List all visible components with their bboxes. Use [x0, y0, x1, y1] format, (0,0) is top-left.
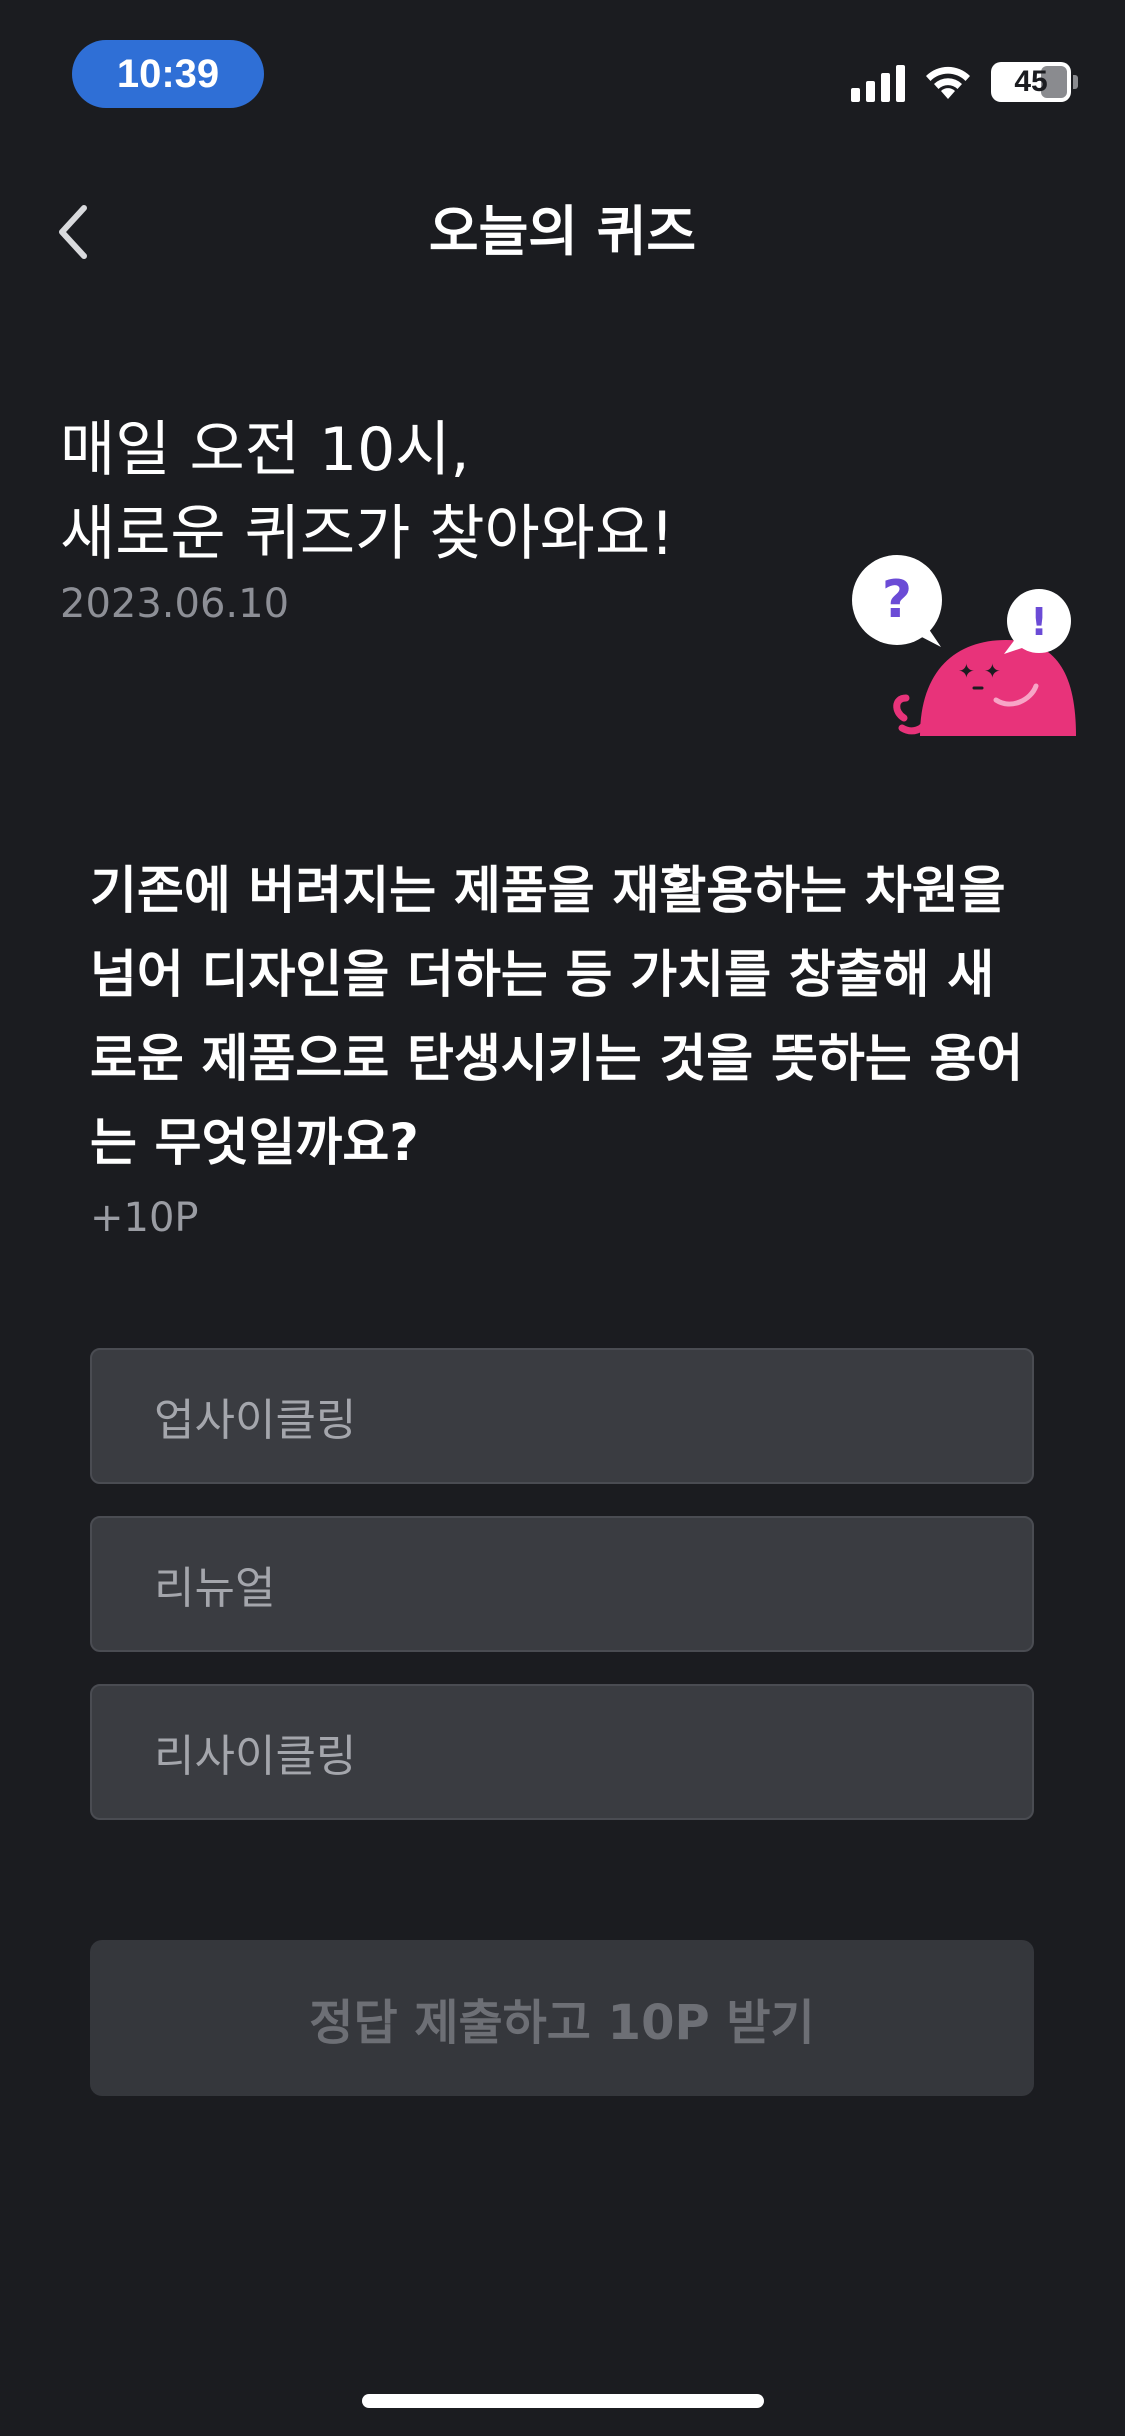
intro-line-2: 새로운 퀴즈가 찾아와요!	[60, 499, 675, 569]
submit-answer-button[interactable]: 정답 제출하고 10P 받기	[90, 1940, 1034, 2096]
battery-level: 45	[1014, 65, 1048, 98]
quiz-date: 2023.06.10	[60, 581, 290, 627]
submit-button-label: 정답 제출하고 10P 받기	[309, 1995, 815, 2051]
status-indicators: 45	[851, 62, 1078, 102]
svg-text:✦: ✦	[984, 659, 1001, 683]
answer-option-label: 업사이클링	[154, 1395, 357, 1446]
status-time: 10:39	[72, 40, 264, 108]
battery-icon: 45	[991, 62, 1078, 102]
question-bubble-mark: ?	[882, 570, 912, 630]
answer-option-label: 리뉴얼	[154, 1563, 276, 1614]
answer-option-3[interactable]: 리사이클링	[90, 1684, 1034, 1820]
page-title: 오늘의 퀴즈	[428, 200, 697, 263]
question-line: 로운 제품으로 탄생시키는 것을 뜻하는 용어	[90, 1030, 1024, 1089]
quiz-question: 기존에 버려지는 제품을 재활용하는 차원을 넘어 디자인을 더하는 등 가치를…	[90, 850, 1050, 1186]
svg-text:✦: ✦	[958, 659, 975, 683]
quiz-mascot-icon: ? ✦ ✦ !	[852, 555, 1076, 736]
question-line: 는 무엇일까요?	[90, 1114, 419, 1173]
question-line: 기존에 버려지는 제품을 재활용하는 차원을	[90, 862, 1006, 921]
cellular-signal-icon	[851, 62, 905, 102]
intro-heading: 매일 오전 10시, 새로운 퀴즈가 찾아와요!	[60, 408, 674, 576]
points-reward: +10P	[90, 1195, 199, 1241]
home-indicator[interactable]	[362, 2394, 764, 2408]
wifi-icon	[926, 66, 970, 99]
answer-option-label: 리사이클링	[154, 1731, 357, 1782]
exclaim-bubble-mark: !	[1030, 600, 1047, 644]
intro-line-1: 매일 오전 10시,	[60, 415, 470, 485]
answer-option-1[interactable]: 업사이클링	[90, 1348, 1034, 1484]
answer-option-2[interactable]: 리뉴얼	[90, 1516, 1034, 1652]
question-line: 넘어 디자인을 더하는 등 가치를 창출해 새	[90, 946, 995, 1005]
